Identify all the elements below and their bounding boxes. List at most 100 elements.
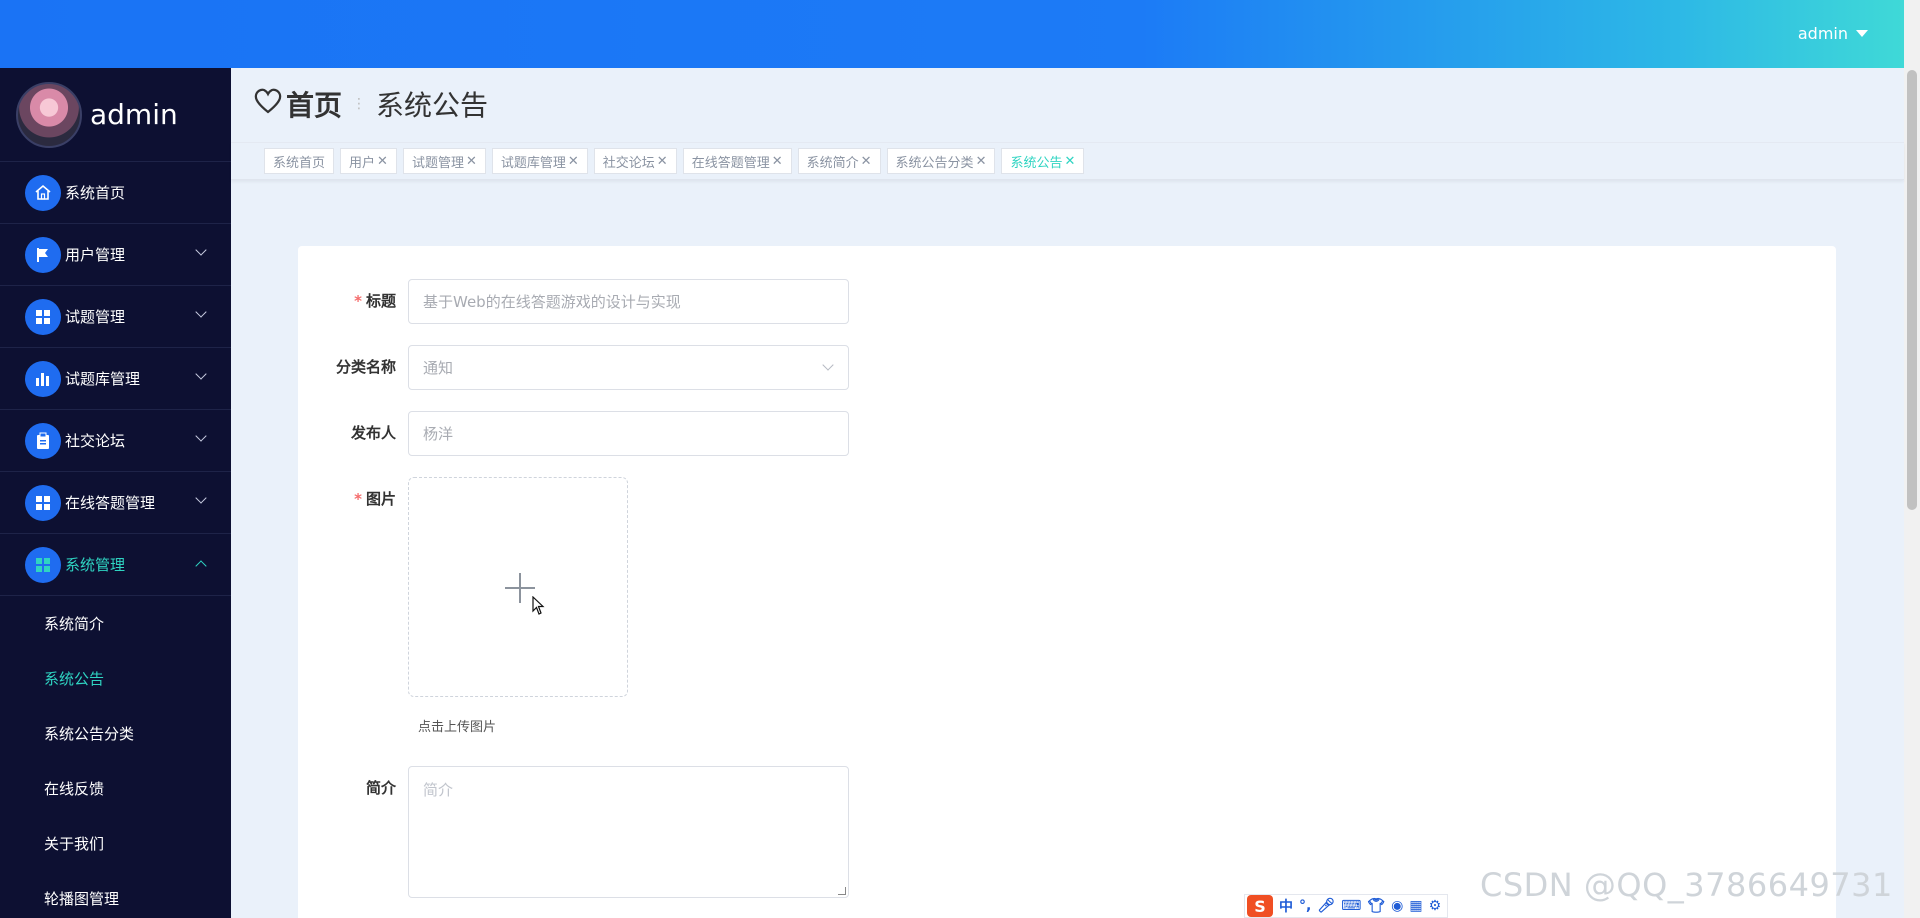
- sidebar-item-question-management[interactable]: 试题管理: [0, 286, 231, 348]
- chevron-up-icon: [195, 560, 207, 572]
- toolbox-icon[interactable]: ▦: [1409, 898, 1422, 914]
- required-mark: *: [354, 292, 362, 310]
- close-icon[interactable]: ✕: [377, 154, 388, 169]
- sidebar-subitem-about-us[interactable]: 关于我们: [0, 816, 231, 871]
- close-icon[interactable]: ✕: [568, 154, 579, 169]
- intro-label: 简介: [365, 779, 396, 797]
- intro-textarea[interactable]: 简介: [408, 766, 849, 898]
- intro-placeholder: 简介: [423, 781, 454, 799]
- image-label: * 图片: [298, 477, 408, 521]
- sidebar-profile: admin: [0, 68, 231, 162]
- tag-label: 试题库管理: [500, 155, 566, 171]
- profile-name: admin: [90, 98, 178, 131]
- image-upload[interactable]: [408, 477, 628, 697]
- chevron-down-icon: [195, 244, 207, 256]
- tag-user[interactable]: 用户 ✕: [340, 148, 397, 174]
- tag-system-intro[interactable]: 系统简介 ✕: [797, 148, 881, 174]
- keyboard-icon[interactable]: ⌨: [1341, 898, 1361, 914]
- sogou-logo-icon[interactable]: S: [1247, 895, 1273, 917]
- close-icon[interactable]: ✕: [1064, 154, 1075, 169]
- breadcrumb: 首页 ⋮ 系统公告: [254, 86, 488, 122]
- publisher-input-value: 杨洋: [423, 425, 454, 443]
- close-icon[interactable]: ✕: [466, 154, 477, 169]
- form-row-publisher: 发布人 杨洋: [298, 411, 849, 456]
- tag-label: 系统公告: [1010, 155, 1063, 171]
- user-menu[interactable]: admin: [1798, 24, 1868, 43]
- form-row-category: 分类名称 通知: [298, 345, 849, 390]
- category-select[interactable]: 通知: [408, 345, 849, 390]
- breadcrumb-current: 系统公告: [376, 89, 489, 122]
- flag-icon: [25, 236, 61, 273]
- sidebar-subitem-notice-category[interactable]: 系统公告分类: [0, 706, 231, 761]
- sidebar-item-label: 社交论坛: [65, 432, 126, 450]
- clipboard-icon: [25, 422, 61, 459]
- close-icon[interactable]: ✕: [976, 154, 987, 169]
- title-input[interactable]: 基于Web的在线答题游戏的设计与实现: [408, 279, 849, 324]
- image-label-text: 图片: [365, 490, 396, 508]
- required-mark: *: [354, 490, 362, 508]
- grid-icon: [25, 546, 61, 583]
- home-icon: [25, 174, 61, 211]
- tag-label: 试题管理: [411, 155, 464, 171]
- user-menu-label: admin: [1797, 24, 1848, 43]
- category-label: 分类名称: [335, 358, 396, 376]
- resize-handle[interactable]: [838, 887, 846, 895]
- sidebar-item-user-management[interactable]: 用户管理: [0, 224, 231, 286]
- sidebar-subitem-feedback[interactable]: 在线反馈: [0, 761, 231, 816]
- scrollbar-thumb[interactable]: [1907, 70, 1917, 510]
- tag-question-bank[interactable]: 试题库管理 ✕: [491, 148, 588, 174]
- close-icon[interactable]: ✕: [861, 154, 872, 169]
- sidebar-item-label: 用户管理: [65, 246, 126, 264]
- tag-label: 社交论坛: [602, 155, 655, 171]
- tag-question-management[interactable]: 试题管理 ✕: [402, 148, 486, 174]
- tag-forum[interactable]: 社交论坛 ✕: [593, 148, 677, 174]
- sidebar-item-label: 试题库管理: [65, 370, 141, 388]
- title-label: * 标题: [298, 279, 408, 323]
- vertical-scrollbar[interactable]: [1904, 0, 1920, 918]
- breadcrumb-separator: ⋮: [352, 96, 367, 112]
- sidebar-item-forum[interactable]: 社交论坛: [0, 410, 231, 472]
- tag-label: 在线答题管理: [691, 155, 770, 171]
- microphone-icon[interactable]: 🎤︎: [1317, 898, 1335, 914]
- close-icon[interactable]: ✕: [772, 154, 783, 169]
- close-icon[interactable]: ✕: [657, 154, 668, 169]
- chevron-down-icon: [195, 430, 207, 442]
- ime-mode[interactable]: 中: [1279, 896, 1293, 916]
- tag-notice-category[interactable]: 系统公告分类 ✕: [886, 148, 996, 174]
- chevron-down-icon: [195, 492, 207, 504]
- publisher-input[interactable]: 杨洋: [408, 411, 849, 456]
- sidebar-subitem-system-intro[interactable]: 系统简介: [0, 596, 231, 651]
- title-input-value: 基于Web的在线答题游戏的设计与实现: [423, 293, 681, 311]
- sidebar-item-label: 系统管理: [65, 556, 126, 574]
- top-header: admin: [0, 0, 1904, 68]
- form-row-title: * 标题 基于Web的在线答题游戏的设计与实现: [298, 279, 849, 324]
- notice-form-card: * 标题 基于Web的在线答题游戏的设计与实现 分类名称 通知 发布人 杨洋 * 图…: [298, 246, 1836, 918]
- tag-label: 系统首页: [273, 155, 326, 171]
- chevron-down-icon: [195, 368, 207, 380]
- tags-list: 系统首页 用户 ✕ 试题管理 ✕ 试题库管理 ✕ 社交论坛 ✕ 在线答题管理 ✕ 系统简介…: [264, 148, 1085, 174]
- sidebar-subitem-carousel[interactable]: 轮播图管理: [0, 871, 231, 918]
- tag-system-home[interactable]: 系统首页: [264, 148, 335, 174]
- tags-view-bar: 系统首页 用户 ✕ 试题管理 ✕ 试题库管理 ✕ 社交论坛 ✕ 在线答题管理 ✕ 系统简介…: [231, 142, 1904, 180]
- watermark: CSDN @QQ_3786649731: [1480, 866, 1893, 904]
- sidebar-item-online-quiz[interactable]: 在线答题管理: [0, 472, 231, 534]
- tag-online-quiz[interactable]: 在线答题管理 ✕: [682, 148, 792, 174]
- skin-icon[interactable]: 👕︎: [1367, 898, 1385, 914]
- sidebar-item-question-bank[interactable]: 试题库管理: [0, 348, 231, 410]
- title-label-text: 标题: [365, 292, 396, 310]
- tag-label: 系统简介: [806, 155, 859, 171]
- sidebar-item-label: 系统首页: [65, 184, 126, 202]
- tag-system-notice[interactable]: 系统公告 ✕: [1001, 148, 1085, 174]
- tag-label: 系统公告分类: [895, 155, 974, 171]
- breadcrumb-home[interactable]: 首页: [286, 84, 342, 124]
- sidebar-subitem-system-notice[interactable]: 系统公告: [0, 651, 231, 706]
- robot-icon[interactable]: ◉: [1391, 898, 1403, 914]
- sidebar-item-system-management[interactable]: 系统管理: [0, 534, 231, 596]
- settings-icon[interactable]: ⚙: [1429, 898, 1442, 914]
- sidebar-item-home[interactable]: 系统首页: [0, 162, 231, 224]
- ime-toolbar: S 中 °, 🎤︎ ⌨ 👕︎ ◉ ▦ ⚙: [1244, 894, 1449, 918]
- ime-punctuation[interactable]: °,: [1299, 898, 1311, 914]
- chevron-down-icon: [195, 306, 207, 318]
- form-row-image: * 图片: [298, 477, 628, 697]
- sidebar-item-label: 在线答题管理: [65, 494, 156, 512]
